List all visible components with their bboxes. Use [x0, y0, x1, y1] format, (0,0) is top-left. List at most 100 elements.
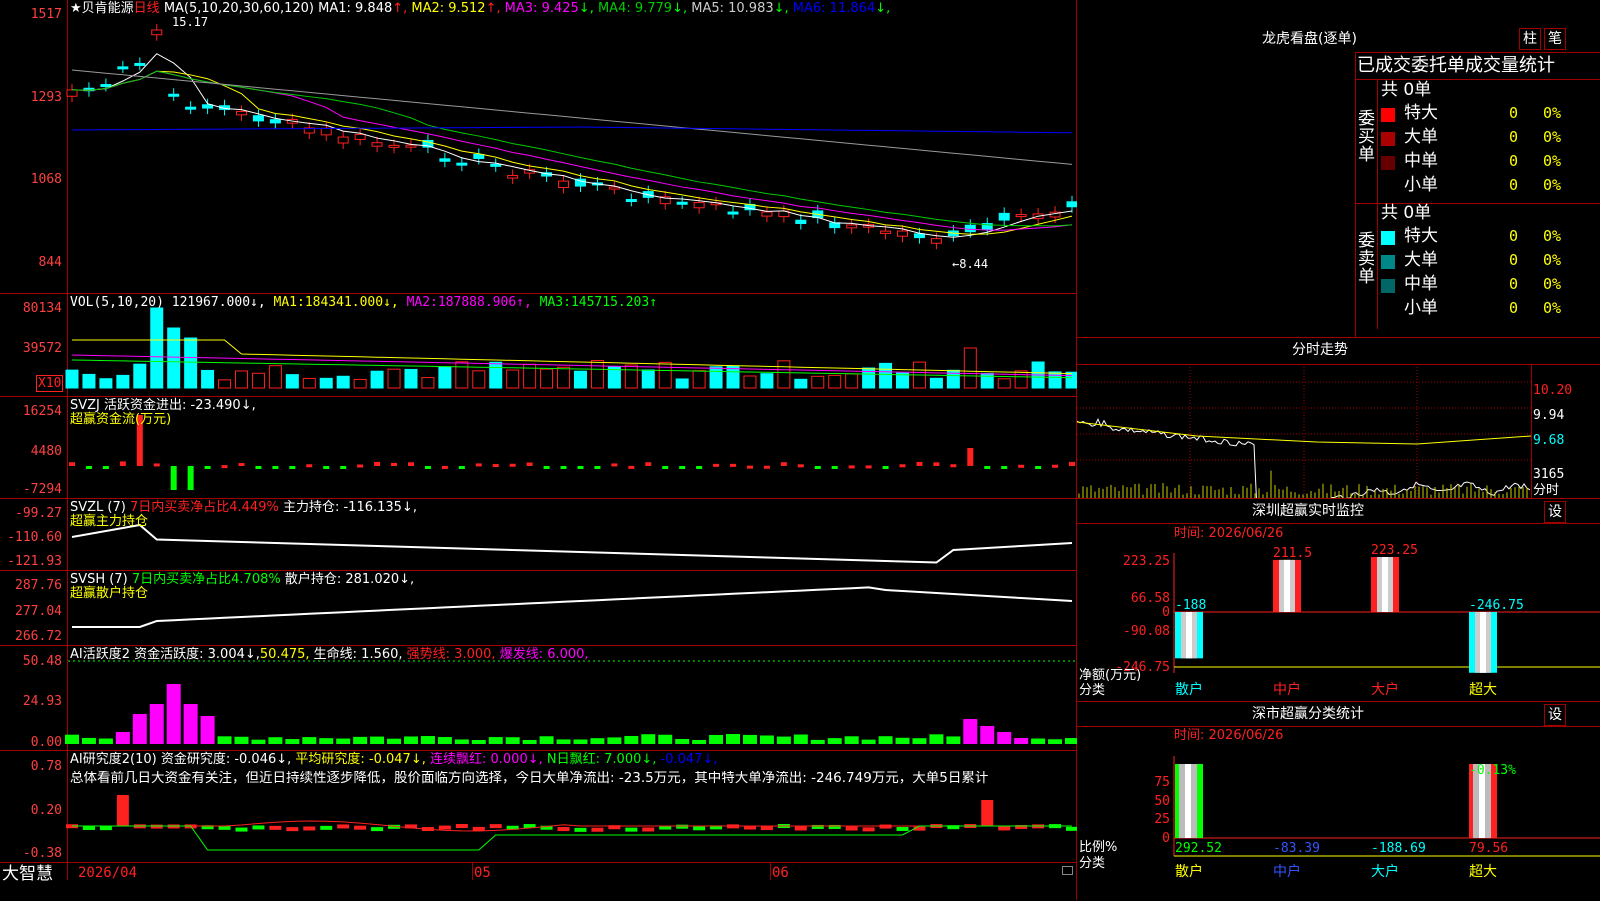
order-percent: 0%: [1543, 227, 1562, 245]
order-count: 0: [1509, 104, 1519, 122]
svzj-tick: 16254: [22, 404, 62, 419]
flow-bar: [424, 466, 431, 469]
flow-bar: [526, 462, 533, 466]
stock-name: ★贝肯能源: [70, 1, 134, 16]
flow-bar: [763, 465, 770, 469]
vol-title: VOL(5,10,20): [70, 295, 164, 310]
candle: [1066, 201, 1077, 208]
volume-bar: [641, 369, 655, 389]
research-bar: [438, 825, 451, 830]
flow-bar: [102, 466, 109, 469]
research-bar: [591, 827, 604, 832]
activity-bar: [183, 704, 198, 744]
monitor-bar-label: 211.5: [1273, 546, 1312, 561]
volume-bar: [302, 377, 316, 389]
candle: [100, 84, 112, 88]
flow-bar: [560, 466, 567, 469]
chart-area[interactable]: ★贝肯能源日线 MA(5,10,20,30,60,120) MA1: 9.848…: [0, 0, 1077, 900]
research-bar: [320, 825, 333, 830]
sep: [1531, 364, 1532, 498]
stats-top-label: -0.13%: [1469, 763, 1516, 778]
order-type-label: 特大: [1404, 103, 1438, 123]
candle: [252, 115, 264, 122]
activity-bar: [1048, 739, 1063, 744]
activity-bar: [437, 737, 452, 744]
vol-ma3-label: MA3:: [539, 295, 571, 310]
monitor-category: 散户: [1175, 682, 1203, 698]
ma-header: MA(5,10,20,30,60,120): [163, 1, 314, 16]
monitor-bar-highlight: [1382, 557, 1388, 612]
activity-bar: [827, 738, 842, 744]
research-bar: [286, 827, 299, 832]
candle: [117, 66, 129, 70]
tick-view-button[interactable]: 笔: [1544, 28, 1566, 50]
activity-bar: [505, 737, 520, 744]
vol-unit[interactable]: X10: [36, 375, 64, 392]
order-color-swatch: [1381, 156, 1395, 170]
flow-bar: [1052, 464, 1059, 468]
monitor-settings-button[interactable]: 设: [1544, 501, 1566, 523]
lock-icon[interactable]: [1062, 866, 1073, 875]
stats-category: 大户: [1371, 864, 1399, 880]
flow-bar: [882, 466, 889, 469]
ai2-red: 连续飘红: 0.000↓,: [430, 752, 543, 767]
volume-bar: [336, 375, 350, 389]
stats-bar-label: 79.56: [1469, 841, 1508, 856]
activity-bar: [929, 734, 944, 744]
volume-bar: [624, 364, 638, 389]
activity-bar: [895, 737, 910, 744]
research-bar: [489, 824, 502, 829]
order-percent: 0%: [1543, 275, 1562, 293]
stats-settings-button[interactable]: 设: [1544, 704, 1566, 726]
candle: [354, 133, 366, 140]
flow-bar: [458, 466, 465, 469]
stats-bar-highlight: [1185, 764, 1191, 838]
candle: [202, 104, 214, 109]
svsh-tick: 287.76: [15, 578, 62, 593]
ma2-value: MA2: 9.512: [407, 1, 486, 16]
flow-bar: [170, 466, 177, 490]
price-header: ★贝肯能源日线 MA(5,10,20,30,60,120) MA1: 9.848…: [70, 1, 890, 16]
activity-bar: [1031, 738, 1046, 744]
monitor-category: 大户: [1371, 682, 1399, 698]
monitor-bar-label: 223.25: [1371, 543, 1418, 558]
ai1-strong: 强势线: 3.000,: [406, 647, 496, 662]
vol-header: VOL(5,10,20) 121967.000↓, MA1:184341.000…: [70, 295, 657, 310]
volume-bar: [319, 377, 333, 389]
ma-line: [71, 53, 1073, 238]
research-bar: [998, 826, 1011, 831]
stats-category: 散户: [1175, 864, 1203, 880]
order-percent: 0%: [1543, 104, 1562, 122]
volume-bar: [472, 370, 486, 389]
order-color-swatch: [1381, 231, 1395, 245]
vol-tick: 80134: [22, 301, 62, 316]
flow-bar: [814, 466, 821, 469]
stats-bar-label: 292.52: [1175, 841, 1222, 856]
volume-bar: [845, 373, 859, 389]
activity-bar: [997, 732, 1012, 744]
ai1-val2: 50.475,: [259, 647, 310, 662]
right-panel: 龙虎看盘(逐单) 柱 笔 已成交委托单成交量统计 委买单 委卖单 共 0单 共 …: [1077, 0, 1600, 900]
volume-bar: [709, 366, 723, 389]
activity-bar: [675, 738, 690, 744]
research-bar: [642, 827, 655, 832]
activity-bar: [353, 736, 368, 744]
flow-bar: [272, 466, 279, 469]
period-label[interactable]: 日线: [134, 1, 160, 16]
activity-bar: [844, 736, 859, 744]
stats-bar: [1175, 764, 1203, 838]
monitor-bar-highlight: [1284, 559, 1290, 612]
sep: [1077, 701, 1600, 702]
monitor-bar-label: -188: [1175, 598, 1206, 613]
research-bar: [625, 827, 638, 832]
volume-bar: [65, 369, 79, 389]
volume-bar: [116, 374, 130, 389]
monitor-bar: [1469, 612, 1497, 673]
vol-value: 121967.000↓,: [171, 295, 266, 310]
intraday-chart[interactable]: [1077, 364, 1531, 498]
column-view-button[interactable]: 柱: [1519, 28, 1541, 50]
order-color-swatch: [1381, 255, 1395, 269]
order-stats-header: 已成交委托单成交量统计: [1357, 55, 1555, 76]
research-bar: [235, 827, 248, 832]
ai2-nred: N日飘红: 7.000↓,: [546, 752, 657, 767]
